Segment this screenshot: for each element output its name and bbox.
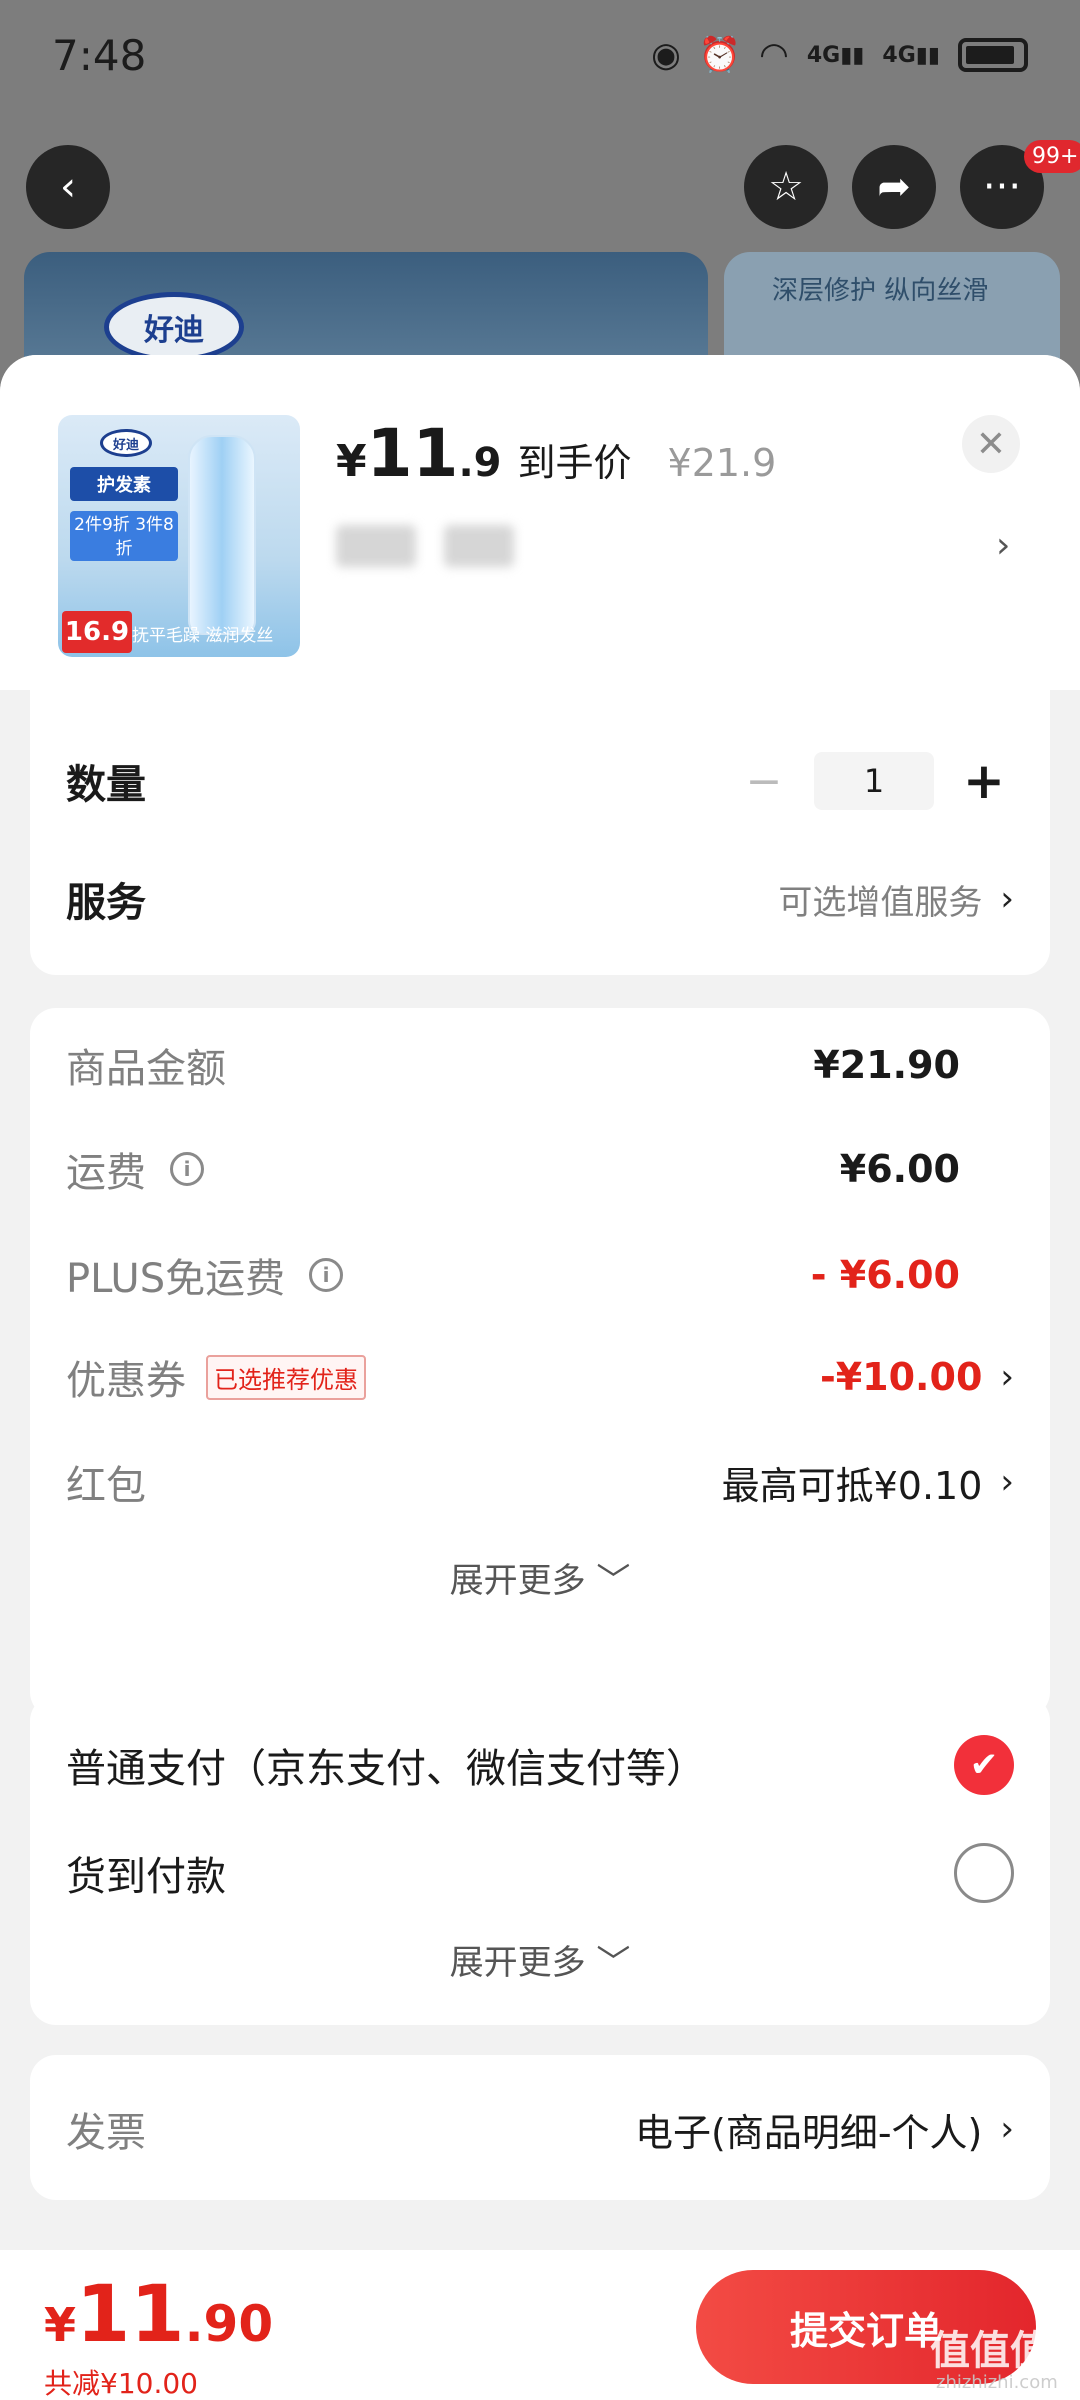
increment-button[interactable]: + [954, 752, 1014, 810]
checked-radio[interactable]: ✔ [954, 1735, 1014, 1795]
coupon-label: 优惠券 [66, 1358, 186, 1404]
quantity-input[interactable]: 1 [814, 752, 934, 810]
chevron-right-icon: › [1000, 1357, 1014, 1397]
plus-shipping-value: - ¥6.00 [810, 1253, 960, 1297]
bottle-image [188, 435, 256, 635]
red-packet-value: 最高可抵¥0.10 [721, 1463, 983, 1508]
status-time: 7:48 [52, 30, 147, 80]
options-card: 数量 − 1 + 服务 可选增值服务 › [30, 690, 1050, 975]
share-button[interactable]: ➦ [852, 145, 936, 229]
chevron-left-icon: ‹ [60, 164, 76, 210]
red-packet-label: 红包 [66, 1463, 146, 1509]
price-label: 到手价 [517, 441, 632, 485]
close-icon: ✕ [975, 423, 1007, 465]
amount-card: 商品金额 ¥21.90 运费 i ¥6.00 PLUS免运费 i - ¥6.00… [30, 1008, 1050, 1438]
payment-normal-label: 普通支付（京东支付、微信支付等） [66, 1746, 706, 1792]
favorite-button[interactable]: ☆ [744, 145, 828, 229]
payment-option-cod[interactable]: 货到付款 [66, 1843, 1014, 1903]
signal-icon-2: 4G▮▮ [882, 42, 940, 68]
plus-shipping-label: PLUS免运费 [66, 1256, 286, 1302]
payment-cod-label: 货到付款 [66, 1854, 226, 1900]
thumb-tag: 护发素 [70, 467, 178, 501]
status-bar: 7:48 ◉ ⏰ ◠ 4G▮▮ 4G▮▮ [0, 0, 1080, 110]
eye-icon: ◉ [651, 35, 681, 75]
back-button[interactable]: ‹ [26, 145, 110, 229]
banner-text: 深层修护 纵向丝滑 [772, 276, 989, 306]
payment-card-lower: 展开更多 ﹀ [30, 1915, 1050, 2025]
expand-more-button[interactable]: 展开更多 ﹀ [30, 1935, 1050, 1984]
thumb-brand-logo: 好迪 [100, 429, 152, 457]
chevron-down-icon: ﹀ [596, 1561, 631, 1601]
goods-amount-row: 商品金额 ¥21.90 [66, 1036, 1014, 1094]
saved-amount: 共减¥10.00 [44, 2367, 198, 2400]
amount-card-lower: 红包 最高可抵¥0.10 › 展开更多 ﹀ [30, 1405, 1050, 1718]
shipping-label: 运费 [66, 1150, 146, 1196]
selected-spec[interactable] [336, 525, 514, 567]
quantity-label: 数量 [66, 762, 146, 808]
decrement-button[interactable]: − [734, 756, 794, 807]
thumb-promo: 2件9折 3件8折 [70, 511, 178, 561]
sheet-header: 好迪 护发素 2件9折 3件8折 16.9 抚平毛躁 滋润发丝 ¥ 11 .9 … [0, 355, 1080, 690]
final-price: ¥ 11 .9 到手价 ¥21.9 [336, 415, 777, 492]
status-icons: ◉ ⏰ ◠ 4G▮▮ 4G▮▮ [651, 35, 1028, 75]
invoice-row: 发票 电子(商品明细-个人) › [66, 2100, 1014, 2158]
chevron-down-icon: ﹀ [596, 1943, 631, 1983]
more-icon: ··· [982, 164, 1022, 210]
close-button[interactable]: ✕ [962, 415, 1020, 473]
chevron-right-icon: › [1000, 879, 1014, 919]
service-value: 可选增值服务 [778, 882, 983, 923]
red-packet-row[interactable]: 红包 最高可抵¥0.10 › [66, 1453, 1014, 1511]
unchecked-radio[interactable] [954, 1843, 1014, 1903]
goods-amount-label: 商品金额 [66, 1046, 226, 1092]
spec-blurred-text [336, 525, 416, 567]
original-price: ¥21.9 [667, 441, 777, 485]
brand-logo: 好迪 [104, 292, 244, 362]
payment-option-normal[interactable]: 普通支付（京东支付、微信支付等） ✔ [66, 1735, 1014, 1795]
chevron-right-icon[interactable]: › [996, 525, 1010, 566]
star-icon: ☆ [768, 164, 804, 210]
info-icon[interactable]: i [170, 1152, 204, 1186]
thumb-price-badge: 16.9 [62, 611, 132, 653]
expand-more-button[interactable]: 展开更多 ﹀ [30, 1553, 1050, 1602]
share-icon: ➦ [877, 164, 911, 210]
info-icon[interactable]: i [309, 1258, 344, 1292]
notification-badge: 99+ [1024, 140, 1080, 173]
chevron-right-icon: › [1000, 1462, 1014, 1502]
thumb-slogan: 抚平毛躁 滋润发丝 [132, 626, 274, 646]
total-price: ¥ 11 .90 [44, 2270, 274, 2360]
signal-icon-1: 4G▮▮ [806, 42, 865, 68]
checkout-bar: ¥ 11 .90 共减¥10.00 提交订单 [0, 2250, 1080, 2400]
quantity-row: 数量 − 1 + [66, 752, 1014, 810]
wifi-icon: ◠ [759, 35, 789, 75]
invoice-value: 电子(商品明细-个人) [635, 2110, 983, 2155]
quantity-stepper: − 1 + [734, 752, 1014, 810]
coupon-tag: 已选推荐优惠 [206, 1354, 366, 1400]
plus-shipping-row: PLUS免运费 i - ¥6.00 [66, 1246, 1014, 1304]
invoice-label: 发票 [66, 2110, 146, 2156]
coupon-row[interactable]: 优惠券 已选推荐优惠 -¥10.00 › [66, 1348, 1014, 1406]
invoice-card[interactable]: 发票 电子(商品明细-个人) › [30, 2055, 1050, 2200]
watermark: 值值值 [930, 2328, 1050, 2374]
goods-amount-value: ¥21.90 [813, 1043, 960, 1087]
payment-card: 普通支付（京东支付、微信支付等） ✔ 货到付款 [30, 1695, 1050, 1938]
shipping-row: 运费 i ¥6.00 [66, 1140, 1014, 1198]
coupon-value: -¥10.00 [819, 1355, 983, 1399]
chevron-right-icon: › [1000, 2109, 1014, 2149]
service-label: 服务 [66, 880, 146, 926]
battery-icon [958, 38, 1028, 72]
shipping-value: ¥6.00 [839, 1147, 960, 1191]
service-row[interactable]: 服务 可选增值服务 › [66, 870, 1014, 928]
background-page: 7:48 ◉ ⏰ ◠ 4G▮▮ 4G▮▮ ‹ ☆ ➦ ··· 99+ 好迪 深层… [0, 0, 1080, 452]
alarm-icon: ⏰ [698, 35, 742, 75]
product-thumbnail: 好迪 护发素 2件9折 3件8折 16.9 抚平毛躁 滋润发丝 [58, 415, 300, 657]
order-sheet: 好迪 护发素 2件9折 3件8折 16.9 抚平毛躁 滋润发丝 ¥ 11 .9 … [0, 355, 1080, 2400]
watermark-url: zhizhizhi.com [936, 2372, 1058, 2393]
spec-blurred-text [444, 525, 514, 567]
